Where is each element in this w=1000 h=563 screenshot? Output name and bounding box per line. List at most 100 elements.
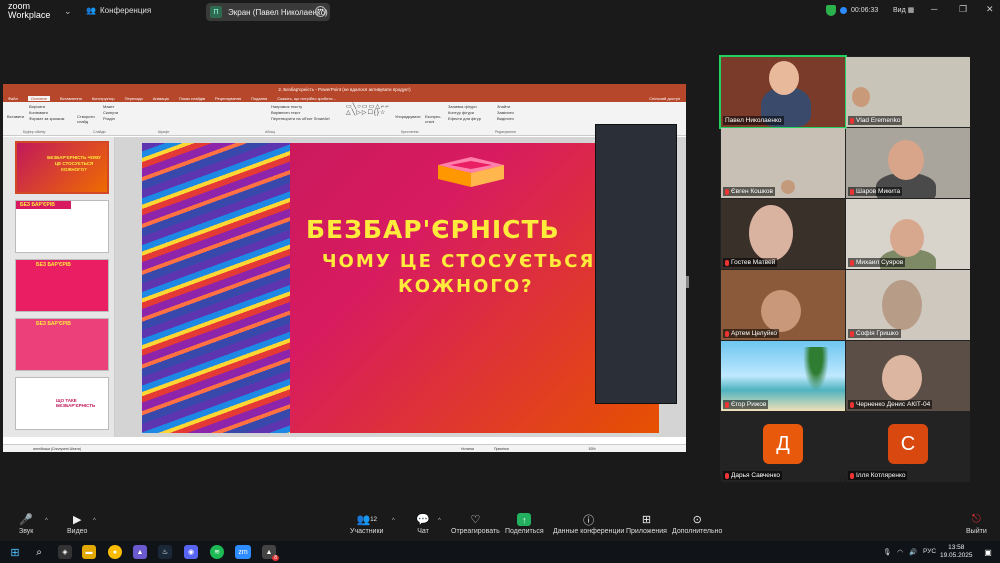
more-icon[interactable]: ••• bbox=[315, 6, 326, 17]
app-icon[interactable]: ▲ bbox=[133, 545, 147, 559]
explorer-icon[interactable]: ▬ bbox=[82, 545, 96, 559]
arrange-button[interactable]: Упорядкувати bbox=[395, 104, 421, 120]
keyboard-language[interactable]: РУС bbox=[923, 548, 936, 556]
shape-effects-button[interactable]: Ефекти для фігур bbox=[448, 116, 481, 122]
participant-tile[interactable]: Єгор Рижов bbox=[721, 341, 845, 411]
participant-tile[interactable]: Михаил Суяров bbox=[846, 199, 970, 269]
tab-slideshow[interactable]: Показ слайдів bbox=[179, 96, 205, 101]
participant-name: Vlad Eremenko bbox=[856, 117, 901, 124]
paste-button[interactable]: Вставити bbox=[7, 114, 24, 120]
participant-tile[interactable]: Vlad Eremenko bbox=[846, 57, 970, 127]
meeting-label: Конференция bbox=[99, 6, 152, 15]
react-label: Отреагировать bbox=[451, 528, 500, 535]
splitter-handle[interactable] bbox=[686, 276, 689, 288]
maximize-icon[interactable]: ❐ bbox=[959, 4, 967, 15]
search-icon[interactable]: ⌕ bbox=[32, 545, 46, 559]
steam-icon[interactable]: ♨ bbox=[158, 545, 172, 559]
participant-tile[interactable]: Д Дарья Савченко bbox=[721, 412, 845, 482]
app-icon[interactable]: ◈ bbox=[58, 545, 72, 559]
participants-button[interactable]: 👥 12 Участники bbox=[350, 513, 383, 535]
mic-icon[interactable]: 🎙 bbox=[883, 548, 891, 556]
participant-tile[interactable]: Павел Николаенко bbox=[719, 55, 847, 129]
thumbnail-4[interactable]: 4 БЕЗ БАР'ЄРІВ bbox=[15, 318, 109, 371]
chat-button[interactable]: 💬 Чат bbox=[416, 513, 430, 535]
meeting-data-button[interactable]: ⓘ Данные конференции bbox=[553, 513, 624, 536]
section-button[interactable]: Розділ bbox=[103, 116, 118, 122]
timer-icon bbox=[840, 7, 847, 14]
palm-image bbox=[801, 347, 831, 397]
share-icon: ↑ bbox=[517, 513, 532, 526]
chevron-down-icon[interactable]: ⌄ bbox=[64, 6, 72, 17]
comments-button[interactable]: Примітки bbox=[494, 447, 509, 451]
participant-tile[interactable]: Євген Кошков bbox=[721, 128, 845, 198]
tab-transitions[interactable]: Переходи bbox=[125, 96, 143, 101]
apps-label: Приложения bbox=[626, 528, 667, 535]
chevron-up-icon[interactable]: ^ bbox=[93, 518, 96, 524]
spotify-icon[interactable]: ≋ bbox=[210, 545, 224, 559]
view-button[interactable]: Вид ▦ bbox=[893, 6, 914, 14]
zoom-level[interactable]: 53% bbox=[589, 447, 596, 451]
chrome-icon[interactable]: ● bbox=[108, 545, 122, 559]
thumbnail-3[interactable]: 3 БЕЗ БАР'ЄРІВ bbox=[15, 259, 109, 312]
meeting-info[interactable]: 👥 Конференция bbox=[86, 6, 151, 15]
leave-button[interactable]: ⎋ Выйти bbox=[966, 513, 987, 535]
participant-tile[interactable]: Шаров Микита bbox=[846, 128, 970, 198]
participant-tile[interactable]: Софія Гришко bbox=[846, 270, 970, 340]
notifications-icon[interactable]: ▣ bbox=[981, 545, 995, 559]
thumbnail-1[interactable]: 1 БЕЗБАР'ЄРНІСТЬ ЧОМУ ЦЕ СТОСУЄТЬСЯ КОЖН… bbox=[15, 141, 109, 194]
chevron-up-icon[interactable]: ^ bbox=[392, 518, 395, 524]
new-slide-button[interactable]: Створити слайд bbox=[77, 104, 97, 124]
share-screen-button[interactable]: ↑ Поделиться bbox=[505, 513, 544, 535]
volume-icon[interactable]: 🔊 bbox=[909, 548, 917, 556]
thumbnail-2[interactable]: 2 БЕЗ БАР'ЄРІВ bbox=[15, 200, 109, 253]
select-button[interactable]: Виділити bbox=[497, 116, 514, 122]
tab-file[interactable]: Файл bbox=[8, 96, 18, 101]
minimize-icon[interactable]: ─ bbox=[931, 4, 937, 14]
windows-start-icon[interactable]: ⊞ bbox=[8, 545, 22, 559]
tab-home[interactable]: Основне bbox=[27, 95, 50, 101]
video-button[interactable]: ▶ Видео bbox=[67, 513, 87, 535]
participant-tile[interactable]: Гостев Матвей bbox=[721, 199, 845, 269]
system-clock[interactable]: 13:58 19.05.2025 bbox=[940, 544, 973, 560]
notes-button[interactable]: Нотатки bbox=[461, 447, 474, 451]
tab-design[interactable]: Конструктор bbox=[92, 96, 115, 101]
participant-tile[interactable]: С Ілля Котляренко bbox=[846, 412, 970, 482]
tell-me-search[interactable]: Скажіть, що потрібно зробити... bbox=[277, 96, 336, 101]
shapes-gallery[interactable]: ▭╲○▭▭△⌐⌐ △╲▷▷☐{}☆ bbox=[346, 104, 390, 116]
app-icon[interactable]: ▲ 8 bbox=[262, 545, 279, 561]
meeting-timer[interactable]: 00:06:33 bbox=[826, 5, 878, 16]
apps-button[interactable]: ⊞ Приложения bbox=[626, 513, 667, 535]
mic-muted-icon bbox=[850, 330, 854, 337]
tab-insert[interactable]: Вставлення bbox=[60, 96, 82, 101]
close-icon[interactable]: ✕ bbox=[986, 4, 994, 15]
audio-button[interactable]: 🎤 Звук bbox=[19, 513, 33, 535]
format-painter-button[interactable]: Формат за зразком bbox=[29, 116, 64, 122]
tab-review[interactable]: Рецензування bbox=[215, 96, 241, 101]
ppt-share-button[interactable]: Спільний доступ bbox=[649, 96, 680, 101]
smartart-button[interactable]: Перетворити на об'єкт SmartArt bbox=[271, 116, 330, 122]
react-button[interactable]: ♡ Отреагировать bbox=[451, 513, 500, 535]
thumbnail-5[interactable]: 5 ЩО ТАКЕ БЕЗБАР'ЄРНІСТЬ bbox=[15, 377, 109, 430]
sharer-badge: П bbox=[210, 6, 222, 18]
participant-name: Черненко Денис АКІТ-04 bbox=[856, 401, 931, 408]
participant-name-tag: Михаил Суяров bbox=[848, 258, 906, 267]
participant-tile[interactable]: Черненко Денис АКІТ-04 bbox=[846, 341, 970, 411]
language-status[interactable]: англійська (Сполучені Штати) bbox=[33, 447, 81, 451]
participant-name-tag: Єгор Рижов bbox=[723, 400, 769, 409]
current-slide[interactable]: БЕЗБАР'ЄРНІСТЬ ЧОМУ ЦЕ СТОСУЄТЬСЯ КОЖНОГ… bbox=[142, 143, 659, 433]
participant-tile[interactable]: Артем Целуйко bbox=[721, 270, 845, 340]
timer-text: 00:06:33 bbox=[851, 7, 879, 14]
tab-view[interactable]: Подання bbox=[251, 96, 267, 101]
system-tray: 🎙 ◠ 🔊 РУС bbox=[883, 548, 936, 556]
more-button[interactable]: ⊙ Дополнительно bbox=[672, 513, 722, 535]
chevron-up-icon[interactable]: ^ bbox=[438, 518, 441, 524]
tab-animation[interactable]: Анімація bbox=[153, 96, 169, 101]
discord-icon[interactable]: ◉ bbox=[184, 545, 198, 559]
quick-styles-button[interactable]: Експрес-стилі bbox=[425, 104, 441, 124]
chevron-up-icon[interactable]: ^ bbox=[45, 518, 48, 524]
zoom-icon[interactable]: zm bbox=[235, 545, 251, 559]
participants-count: 12 bbox=[370, 516, 377, 523]
paragraph-actions: Напрямок тексту Вирівняти текст Перетвор… bbox=[271, 104, 330, 122]
wifi-icon[interactable]: ◠ bbox=[897, 548, 903, 556]
screen-share-pill[interactable]: П Экран (Павел Николаенко) ••• bbox=[206, 3, 330, 21]
